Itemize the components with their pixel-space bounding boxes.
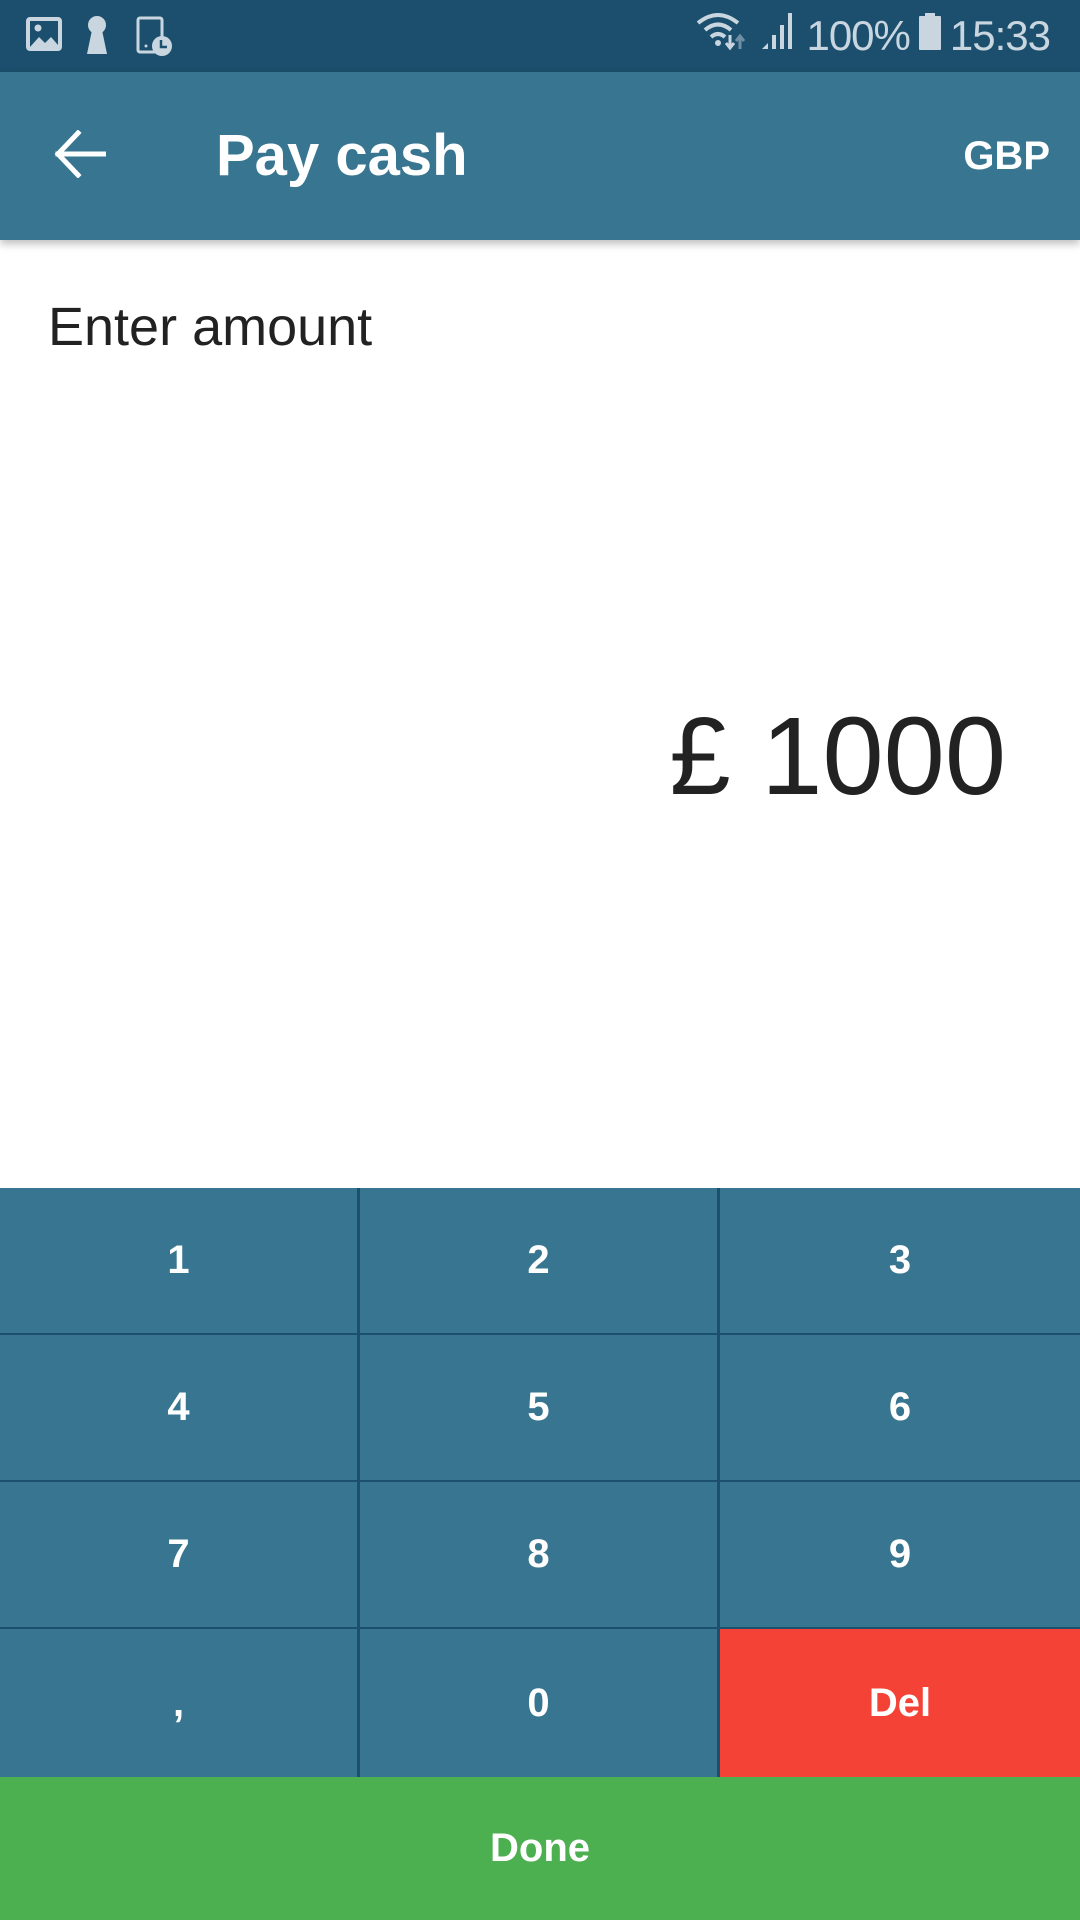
key-comma[interactable]: , — [0, 1629, 357, 1777]
gallery-icon — [26, 16, 62, 57]
amount-display: £ 1000 — [669, 695, 1006, 818]
key-3[interactable]: 3 — [720, 1188, 1080, 1333]
key-6[interactable]: 6 — [720, 1335, 1080, 1480]
key-7[interactable]: 7 — [0, 1482, 357, 1627]
key-4[interactable]: 4 — [0, 1335, 357, 1480]
key-5[interactable]: 5 — [360, 1335, 717, 1480]
keyhole-icon — [86, 16, 108, 61]
key-8[interactable]: 8 — [360, 1482, 717, 1627]
arrow-left-icon — [54, 128, 107, 183]
currency-selector[interactable]: GBP — [963, 72, 1050, 240]
page-title: Pay cash — [216, 123, 468, 188]
back-button[interactable] — [40, 116, 120, 196]
app-bar: Pay cash GBP — [0, 72, 1080, 240]
signal-icon — [760, 11, 798, 61]
delete-button[interactable]: Del — [720, 1629, 1080, 1777]
done-button[interactable]: Done — [0, 1777, 1080, 1920]
battery-percent: 100% — [806, 12, 910, 59]
key-1[interactable]: 1 — [0, 1188, 357, 1333]
numeric-keypad: 1 2 3 4 5 6 7 8 9 , 0 Del — [0, 1188, 1080, 1777]
wifi-icon — [696, 11, 752, 61]
key-2[interactable]: 2 — [360, 1188, 717, 1333]
status-bar: 100% 15:33 — [0, 0, 1080, 72]
battery-icon — [918, 11, 942, 61]
tablet-clock-icon — [136, 16, 174, 61]
key-0[interactable]: 0 — [360, 1629, 717, 1777]
enter-amount-label: Enter amount — [48, 297, 373, 357]
key-9[interactable]: 9 — [720, 1482, 1080, 1627]
clock: 15:33 — [949, 12, 1051, 59]
